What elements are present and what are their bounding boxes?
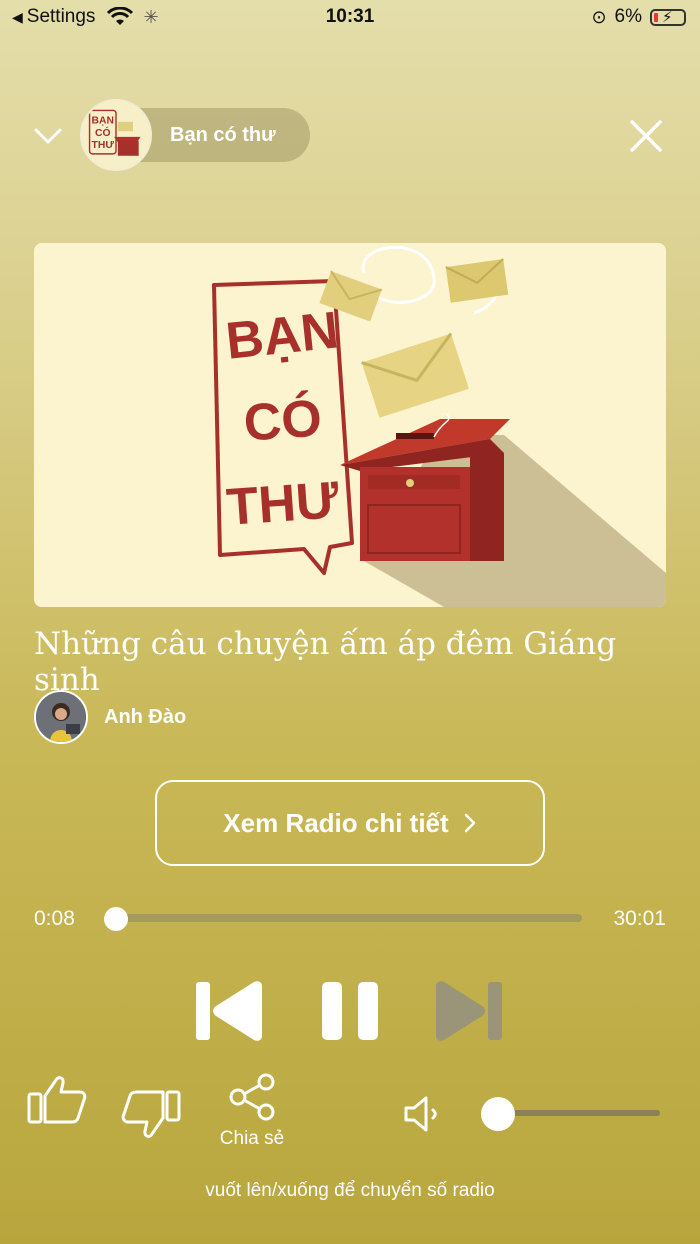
collapse-chevron-icon[interactable] [32,120,64,152]
view-radio-details-button[interactable]: Xem Radio chi tiết [155,780,545,866]
status-right: ⊙ 6% ⚡ [591,6,686,28]
station-pill[interactable]: BẠN CÓ THƯ Bạn có thư [80,99,310,171]
battery-icon: ⚡ [650,8,686,26]
svg-text:CÓ: CÓ [95,126,111,139]
total-time: 30:01 [613,907,666,930]
svg-text:THƯ: THƯ [92,140,115,151]
share-label[interactable]: Chia sẻ [212,1128,292,1150]
rotation-lock-icon: ⊙ [591,6,607,27]
speaker-icon[interactable] [402,1094,442,1134]
artwork-logo-line-2: CÓ [242,389,324,452]
episode-artwork: BẠN CÓ THƯ [34,243,666,607]
avatar [34,690,88,744]
episode-title: Những câu chuyện ấm áp đêm Giáng sinh [34,626,617,698]
volume-knob[interactable] [481,1097,515,1131]
station-logo-text: BẠN [92,116,114,127]
thumbs-up-icon[interactable] [26,1074,88,1126]
thumbs-down-icon[interactable] [120,1088,182,1140]
current-time: 0:08 [34,907,75,930]
close-icon[interactable] [628,118,664,154]
chevron-right-icon [464,813,475,833]
artwork-logo-line-1: BẠN [223,301,341,370]
author-row[interactable]: Anh Đào [34,690,186,744]
artwork-logo-line-3: THƯ [225,471,342,537]
swipe-hint: vuốt lên/xuống để chuyển số radio [205,1180,495,1201]
share-icon[interactable] [228,1072,278,1122]
status-bar: ◀ Settings ✳ 10:31 ⊙ 6% ⚡ [0,0,700,36]
skip-previous-icon[interactable] [194,980,266,1042]
view-radio-details-label: Xem Radio chi tiết [223,807,449,838]
battery-percent: 6% [614,6,642,27]
skip-next-icon[interactable] [432,980,504,1042]
progress-knob[interactable] [103,907,128,931]
station-name: Bạn có thư [170,123,276,146]
author-name: Anh Đào [104,705,187,728]
pause-icon[interactable] [320,980,380,1042]
progress-track[interactable] [114,914,582,922]
volume-slider[interactable] [498,1110,660,1116]
station-logo: BẠN CÓ THƯ [80,99,152,171]
